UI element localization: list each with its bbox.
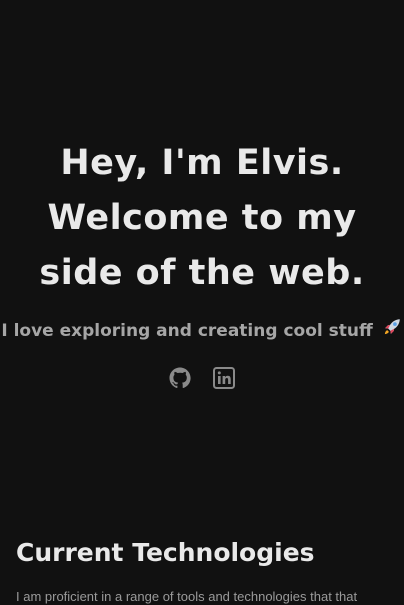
hero-title-line-2: Welcome to my [47, 198, 357, 238]
hero-title: Hey, I'm Elvis. Welcome to my side of th… [0, 136, 404, 301]
github-icon [169, 367, 191, 389]
technologies-intro: I am proficient in a range of tools and … [16, 589, 358, 604]
linkedin-icon [213, 367, 235, 389]
rocket-icon [384, 319, 400, 335]
page: Hey, I'm Elvis. Welcome to my side of th… [0, 0, 404, 605]
technologies-heading: Current Technologies [16, 538, 315, 567]
hero-subtitle-text: I love exploring and creating cool stuff [1, 321, 373, 341]
hero-subtitle: I love exploring and creating cool stuff [0, 316, 404, 344]
linkedin-link[interactable] [212, 366, 236, 390]
github-link[interactable] [168, 366, 192, 390]
hero-title-line-3: side of the web. [39, 253, 365, 293]
hero-title-line-1: Hey, I'm Elvis. [60, 143, 344, 183]
social-links [0, 366, 404, 392]
